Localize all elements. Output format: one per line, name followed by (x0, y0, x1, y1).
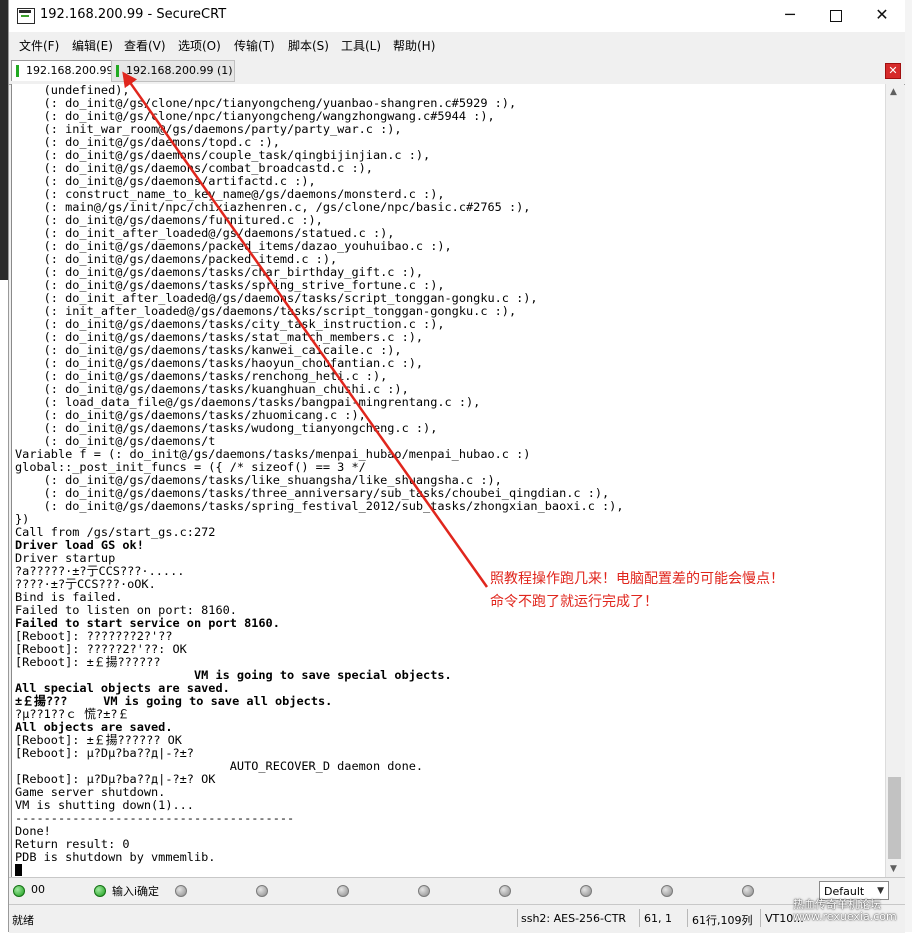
button-slot-icon[interactable] (418, 885, 430, 897)
status-separator (517, 909, 518, 927)
menu-tools[interactable]: 工具(L) (341, 37, 381, 54)
menu-script[interactable]: 脚本(S) (288, 37, 329, 54)
button-slot-icon[interactable] (580, 885, 592, 897)
annotation-note: 照教程操作跑几来！电脑配置差的可能会慢点！ 命令不跑了就运行完成了！ (490, 568, 784, 614)
button-bar-item-00[interactable]: 00 (31, 883, 45, 896)
scrollbar-thumb[interactable] (888, 777, 901, 859)
scroll-down-arrow-icon[interactable]: ▼ (890, 864, 897, 874)
status-terminal-size: 61行,109列 (692, 914, 753, 927)
connected-status-icon (16, 65, 19, 77)
button-slot-icon[interactable] (337, 885, 349, 897)
menu-view[interactable]: 查看(V) (124, 37, 166, 54)
annotation-line-2: 命令不跑了就运行完成了！ (490, 594, 658, 610)
menu-help[interactable]: 帮助(H) (393, 37, 435, 54)
terminal-output[interactable]: (undefined), (: do_init@/gs/clone/npc/ti… (11, 84, 886, 877)
button-slot-icon[interactable] (661, 885, 673, 897)
terminal-lines: (undefined), (: do_init@/gs/clone/npc/ti… (15, 84, 624, 877)
terminal-line: --------------------------------------- (15, 811, 295, 825)
status-separator (687, 909, 688, 927)
session-select-value: Default (824, 885, 865, 898)
vertical-scrollbar[interactable]: ▲ ▼ (885, 84, 904, 877)
tab-label: 192.168.200.99 (1) (126, 64, 233, 77)
menu-file[interactable]: 文件(F) (19, 37, 59, 54)
annotation-line-1: 照教程操作跑几来！电脑配置差的可能会慢点！ (490, 571, 784, 587)
terminal-line: (: do_init@/gs/daemons/tasks/spring_fest… (15, 499, 624, 513)
status-ready: 就绪 (12, 914, 34, 927)
status-separator (760, 909, 761, 927)
button-bar-item-input-confirm[interactable]: 输入i确定 (112, 883, 159, 899)
menu-options[interactable]: 选项(O) (178, 37, 221, 54)
scroll-up-arrow-icon[interactable]: ▲ (890, 87, 897, 97)
tab-session-2[interactable]: 192.168.200.99 (1) (111, 60, 235, 82)
green-status-icon[interactable] (13, 885, 25, 897)
securecrt-window: 192.168.200.99 - SecureCRT ─ ✕ 文件(F) 编辑(… (8, 0, 905, 933)
status-cipher: ssh2: AES-256-CTR (521, 912, 627, 925)
status-cursor-position: 61, 1 (644, 912, 672, 925)
green-status-icon[interactable] (94, 885, 106, 897)
connected-status-icon (116, 65, 119, 77)
button-bar: 00 输入i确定 Default ▼ (9, 877, 905, 905)
tab-label: 192.168.200.99 (26, 64, 114, 77)
button-slot-icon[interactable] (256, 885, 268, 897)
status-separator (639, 909, 640, 927)
button-slot-icon[interactable] (742, 885, 754, 897)
close-button[interactable]: ✕ (859, 0, 905, 32)
button-slot-icon[interactable] (499, 885, 511, 897)
minimize-button[interactable]: ─ (767, 0, 813, 32)
button-slot-icon[interactable] (175, 885, 187, 897)
site-watermark: 热血传奇单机论坛 www.rexuexia.com (793, 899, 897, 923)
menu-bar: 文件(F) 编辑(E) 查看(V) 选项(O) 传输(T) 脚本(S) 工具(L… (9, 32, 905, 57)
securecrt-app-icon (17, 8, 35, 24)
title-bar[interactable]: 192.168.200.99 - SecureCRT ─ ✕ (9, 0, 905, 32)
status-bar: 就绪 ssh2: AES-256-CTR 61, 1 61行,109列 VT10… (9, 904, 905, 933)
session-tab-bar: 192.168.200.99 192.168.200.99 (1) ✕ (9, 57, 905, 85)
tab-session-1[interactable]: 192.168.200.99 (11, 60, 119, 81)
watermark-line-2: www.rexuexia.com (793, 910, 897, 923)
close-tab-icon[interactable]: ✕ (885, 63, 901, 79)
terminal-line: PDB is shutdown by vmmemlib. (15, 850, 216, 864)
background-window-strip (904, 0, 912, 932)
maximize-button[interactable] (813, 0, 859, 32)
window-title: 192.168.200.99 - SecureCRT (40, 7, 227, 22)
maximize-icon (830, 9, 842, 22)
terminal-cursor (15, 864, 22, 876)
menu-edit[interactable]: 编辑(E) (72, 37, 113, 54)
terminal-line (15, 864, 624, 877)
menu-transfer[interactable]: 传输(T) (234, 37, 275, 54)
